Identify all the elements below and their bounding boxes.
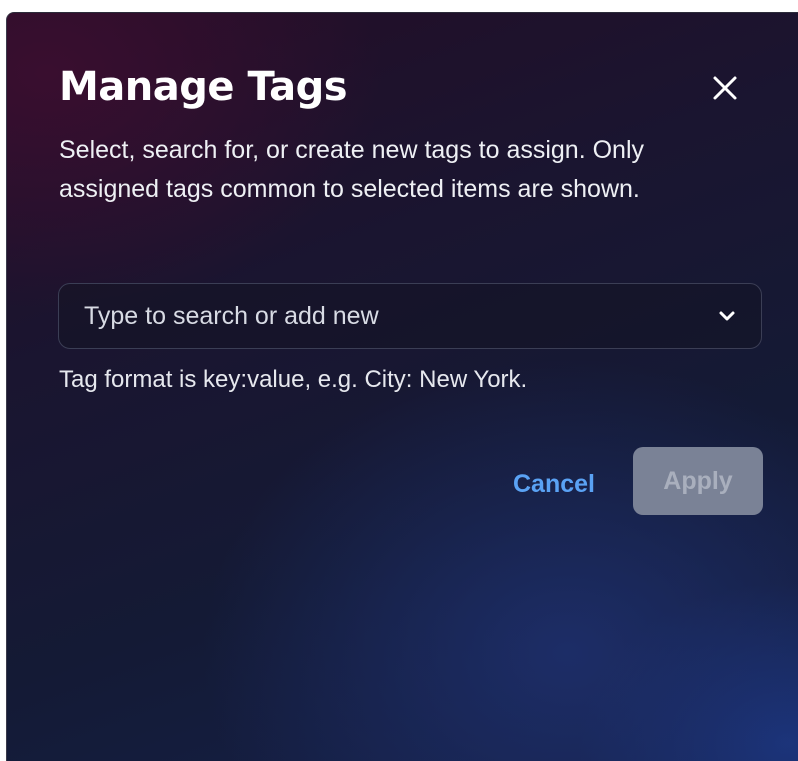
cancel-button[interactable]: Cancel: [501, 461, 607, 507]
manage-tags-dialog: Manage Tags Select, search for, or creat…: [6, 12, 798, 761]
close-icon: [713, 76, 737, 100]
dropdown-toggle[interactable]: [711, 300, 743, 332]
tag-format-hint: Tag format is key:value, e.g. City: New …: [59, 366, 528, 393]
chevron-down-icon: [719, 311, 735, 321]
dialog-title: Manage Tags: [59, 64, 348, 110]
tag-search-combobox[interactable]: [58, 283, 762, 349]
tag-search-input[interactable]: [59, 284, 699, 348]
close-button[interactable]: [705, 68, 745, 108]
apply-button[interactable]: Apply: [633, 447, 763, 515]
dialog-description: Select, search for, or create new tags t…: [59, 136, 645, 203]
